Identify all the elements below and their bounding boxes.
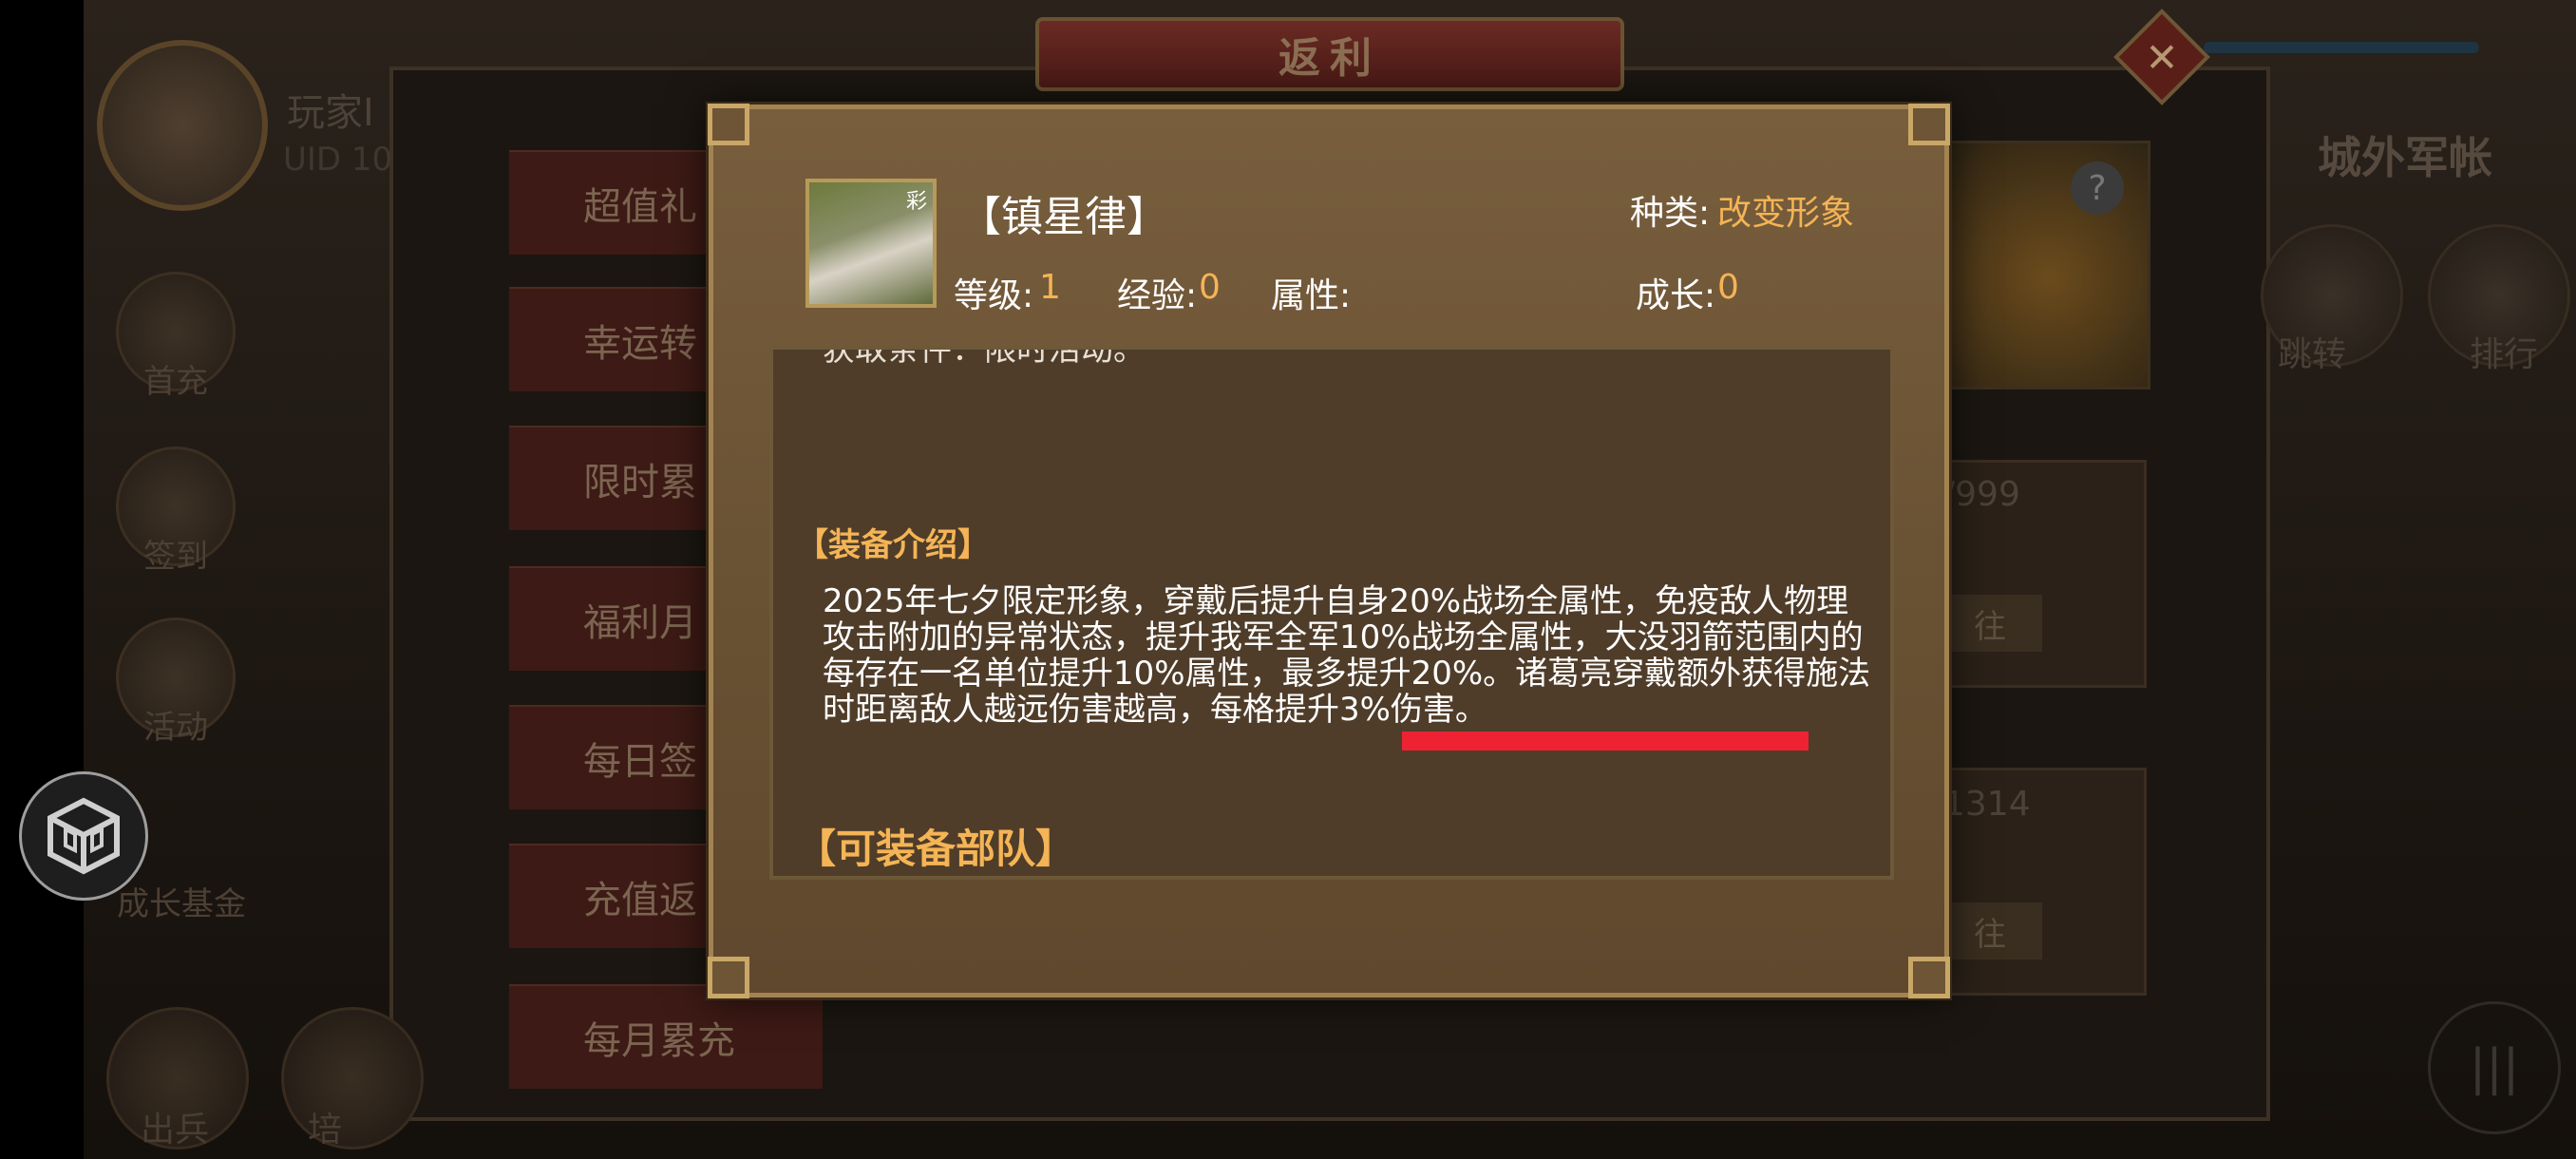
intro-header: 【装备介绍】 — [796, 526, 990, 564]
player-name: 玩家I — [287, 91, 374, 135]
card-count: 1314 — [1943, 785, 2031, 824]
side-nav-label: 活动 — [143, 709, 208, 747]
close-icon: ✕ — [2145, 33, 2179, 81]
level-label: 等级: — [954, 276, 1034, 315]
growth-value: 0 — [1717, 268, 1739, 307]
dialog-corner — [1908, 104, 1950, 145]
window-title: 返利 — [1035, 17, 1624, 91]
item-badge: 彩 — [905, 190, 927, 214]
bottom-nav-label: 出兵 — [141, 1111, 210, 1150]
units-header: 【可装备部队】 — [796, 826, 1076, 872]
item-icon: 彩 — [805, 179, 937, 308]
intro-text: 2025年七夕限定形象，穿戴后提升自身20%战场全属性，免疫敌人物理攻击附加的异… — [823, 582, 1871, 729]
menu-item[interactable]: 每月累充 — [509, 984, 823, 1089]
cube-icon — [47, 797, 120, 875]
dialog-corner — [1908, 957, 1950, 998]
menu-icon[interactable]: ||| — [2428, 1001, 2561, 1134]
rank-label: 排行 — [2470, 335, 2539, 374]
cube-button[interactable] — [19, 771, 148, 901]
card-count: /999 — [1943, 475, 2020, 514]
item-name: 【镇星律】 — [959, 193, 1168, 241]
player-uid: UID 10 — [283, 141, 393, 179]
attr-label: 属性: — [1271, 276, 1352, 315]
exp-value: 0 — [1199, 268, 1221, 307]
go-button[interactable]: 往 — [1938, 902, 2042, 960]
resource-bar — [2204, 42, 2479, 53]
side-nav-label: 签到 — [143, 538, 208, 576]
exp-label: 经验: — [1117, 276, 1198, 315]
camp-title: 城外军帐 — [2318, 132, 2492, 183]
dialog-corner — [708, 104, 749, 145]
level-value: 1 — [1039, 268, 1061, 307]
growth-label: 成长: — [1636, 276, 1716, 315]
jump-label: 跳转 — [2278, 335, 2347, 374]
help-icon[interactable]: ? — [2071, 162, 2124, 215]
side-nav-label: 首充 — [143, 363, 208, 401]
go-button[interactable]: 往 — [1938, 595, 2042, 652]
bottom-nav-label: 培 — [308, 1111, 343, 1150]
type-label: 种类: — [1630, 194, 1711, 233]
annotation-underline — [1402, 732, 1809, 750]
type-value: 改变形象 — [1717, 194, 1855, 233]
train-icon[interactable] — [281, 1007, 424, 1150]
dialog-corner — [708, 957, 749, 998]
avatar[interactable] — [97, 40, 268, 211]
acquire-text: 获取条件：限时活动。 — [823, 346, 1146, 369]
